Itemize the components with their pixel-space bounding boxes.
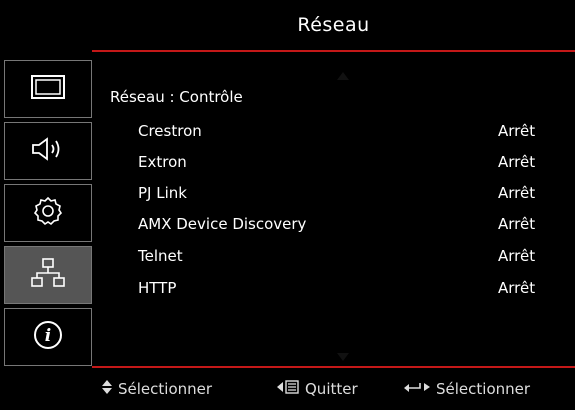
row-label: Crestron: [138, 122, 202, 140]
svg-text:i: i: [45, 326, 51, 346]
row-label: PJ Link: [138, 184, 187, 202]
sidebar-item-info[interactable]: i: [4, 308, 92, 366]
menu-row-amx[interactable]: AMX Device Discovery Arrêt: [92, 215, 575, 245]
display-icon: [31, 75, 65, 103]
menu-row-telnet[interactable]: Telnet Arrêt: [92, 247, 575, 277]
up-down-icon: [102, 380, 112, 398]
sidebar-item-settings[interactable]: [4, 184, 92, 242]
row-value: Arrêt: [498, 247, 536, 265]
gear-icon: [33, 196, 63, 230]
row-label: HTTP: [138, 279, 177, 297]
help-enter-label: Sélectionner: [436, 380, 531, 398]
menu-row-pjlink[interactable]: PJ Link Arrêt: [92, 184, 575, 214]
menu-row-crestron[interactable]: Crestron Arrêt: [92, 122, 575, 152]
row-label: Telnet: [138, 247, 183, 265]
help-quit-label: Quitter: [305, 380, 358, 398]
scroll-down-arrow: [337, 346, 349, 361]
help-bar: Sélectionner Quitter Sélectionner: [92, 368, 575, 410]
menu-title-bar: Réseau: [92, 0, 575, 50]
help-select-label: Sélectionner: [118, 380, 213, 398]
menu-row-http[interactable]: HTTP Arrêt: [92, 279, 575, 309]
sidebar-item-network[interactable]: [4, 246, 92, 304]
row-value: Arrêt: [498, 122, 536, 140]
help-enter: Sélectionner: [404, 380, 530, 398]
row-value: Arrêt: [498, 279, 536, 297]
speaker-icon: [30, 136, 66, 166]
row-label: AMX Device Discovery: [138, 215, 307, 233]
menu-row-extron[interactable]: Extron Arrêt: [92, 153, 575, 183]
scroll-up-arrow: [337, 65, 349, 80]
info-icon: i: [33, 320, 63, 354]
sidebar-item-audio[interactable]: [4, 122, 92, 180]
enter-arrow-icon: [404, 380, 430, 398]
row-value: Arrêt: [498, 215, 536, 233]
section-heading: Réseau : Contrôle: [110, 88, 243, 106]
help-quit: Quitter: [277, 380, 358, 398]
row-label: Extron: [138, 153, 187, 171]
menu-title: Réseau: [297, 14, 370, 36]
sidebar-item-display[interactable]: [4, 60, 92, 118]
row-value: Arrêt: [498, 184, 536, 202]
network-icon: [31, 258, 65, 292]
left-menu-icon: [277, 380, 299, 398]
help-select: Sélectionner: [102, 380, 212, 398]
row-value: Arrêt: [498, 153, 536, 171]
